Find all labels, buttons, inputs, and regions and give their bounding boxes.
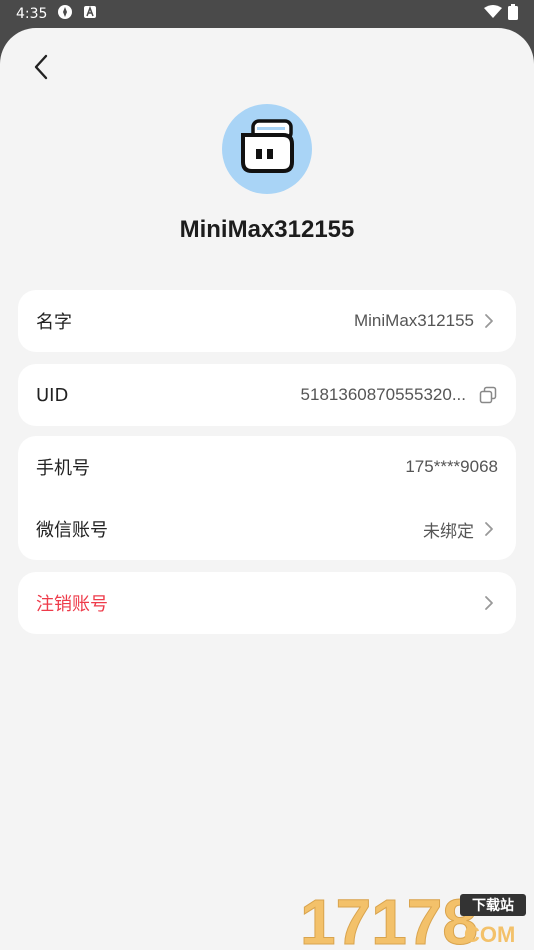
phone-row: 手机号 175****9068	[18, 436, 516, 498]
chevron-right-icon	[484, 522, 498, 536]
watermark-suffix: COM	[464, 922, 515, 947]
phone-value: 175****9068	[405, 457, 498, 476]
avatar[interactable]	[222, 104, 312, 194]
uid-row: UID 5181360870555320...	[18, 364, 516, 426]
account-sheet: MiniMax312155 名字 MiniMax312155 UID 51813…	[0, 28, 534, 950]
watermark-number: 17178	[300, 890, 478, 948]
status-bar: 4:35	[0, 0, 534, 28]
name-row[interactable]: 名字 MiniMax312155	[18, 290, 516, 352]
wechat-row[interactable]: 微信账号 未绑定	[18, 498, 516, 560]
watermark-logo: 17178 下载站 COM	[300, 886, 528, 950]
name-card: 名字 MiniMax312155	[18, 290, 516, 352]
app-notification-icon	[57, 4, 73, 24]
a-notification-icon	[83, 5, 97, 23]
robot-avatar-icon	[236, 118, 298, 180]
uid-value: 5181360870555320...	[300, 385, 466, 404]
name-value: MiniMax312155	[353, 311, 474, 330]
copy-icon[interactable]	[478, 385, 498, 405]
wechat-value: 未绑定	[423, 521, 474, 541]
wifi-icon	[484, 5, 502, 23]
watermark-badge: 下载站	[472, 897, 514, 914]
wechat-label: 微信账号	[36, 520, 108, 541]
chevron-left-icon	[33, 54, 49, 84]
binding-card: 手机号 175****9068 微信账号 未绑定	[18, 436, 516, 560]
status-left: 4:35	[16, 4, 97, 24]
delete-account-label: 注销账号	[36, 594, 108, 615]
profile-username: MiniMax312155	[179, 216, 355, 243]
delete-account-row[interactable]: 注销账号	[18, 572, 516, 634]
status-time: 4:35	[16, 6, 48, 22]
uid-label: UID	[36, 384, 69, 406]
delete-account-card: 注销账号	[18, 572, 516, 634]
phone-label: 手机号	[36, 458, 90, 479]
name-label: 名字	[36, 312, 72, 333]
battery-icon	[508, 4, 518, 24]
back-button[interactable]	[26, 54, 56, 84]
uid-card: UID 5181360870555320...	[18, 364, 516, 426]
status-right	[484, 4, 518, 24]
chevron-right-icon	[484, 314, 498, 328]
chevron-right-icon	[484, 596, 498, 610]
